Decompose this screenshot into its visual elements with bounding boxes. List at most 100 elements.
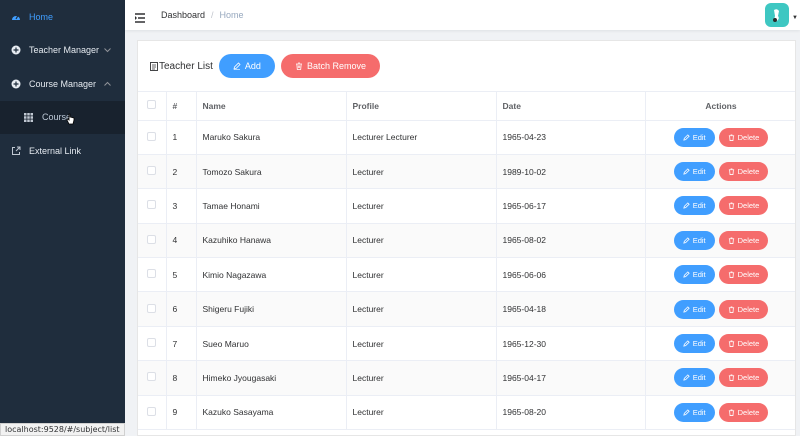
row-name: Himeko Jyougasaki xyxy=(196,360,347,396)
caret-down-icon[interactable]: ▼ xyxy=(792,15,798,21)
trash-icon xyxy=(728,374,734,382)
delete-button[interactable]: Delete xyxy=(718,334,769,354)
delete-button[interactable]: Delete xyxy=(718,196,769,216)
row-name: Sueo Maruo xyxy=(196,326,347,362)
table-row: 6 Shigeru Fujiki Lecturer 1965-04-18 Edit Del… xyxy=(138,291,795,327)
row-name: Kazuhiko Hanawa xyxy=(196,223,347,259)
row-checkbox[interactable] xyxy=(147,131,157,141)
delete-button-label: Delete xyxy=(737,339,760,349)
teacher-list-panel: Teacher List Add Batch Remove # Name Pro… xyxy=(137,40,796,436)
sidebar-item-home[interactable]: Home xyxy=(0,0,125,34)
row-profile: Lecturer Lecturer xyxy=(346,120,497,155)
delete-button[interactable]: Delete xyxy=(718,230,769,250)
row-index: 5 xyxy=(166,257,197,293)
edit-button-label: Edit xyxy=(692,407,706,417)
delete-button[interactable]: Delete xyxy=(718,127,769,147)
row-checkbox[interactable] xyxy=(147,372,157,382)
navbar: Dashboard / Home ▼ xyxy=(125,0,800,30)
delete-button[interactable]: Delete xyxy=(718,162,769,182)
sidebar-item-course[interactable]: Course xyxy=(0,100,125,134)
select-all-cell xyxy=(138,92,167,121)
edit-icon xyxy=(683,237,690,244)
dashboard-icon xyxy=(11,12,21,22)
row-name: Kimio Nagazawa xyxy=(196,257,347,293)
hamburger-icon[interactable] xyxy=(135,10,147,23)
edit-button[interactable]: Edit xyxy=(673,402,715,422)
row-select-cell xyxy=(138,291,167,327)
sidebar: Home Teacher Manager Course Manager Cour… xyxy=(0,0,125,436)
row-select-cell xyxy=(138,326,167,362)
row-checkbox[interactable] xyxy=(147,234,157,244)
edit-button[interactable]: Edit xyxy=(673,196,715,216)
row-checkbox[interactable] xyxy=(147,338,157,348)
edit-button[interactable]: Edit xyxy=(673,127,715,147)
column-header-index: # xyxy=(166,92,197,121)
trash-icon xyxy=(728,340,734,347)
sidebar-item-label: Course Manager xyxy=(29,78,97,89)
delete-button-label: Delete xyxy=(737,132,760,142)
grid-icon xyxy=(24,112,33,122)
row-checkbox[interactable] xyxy=(147,200,157,210)
sidebar-item-external-link[interactable]: External Link xyxy=(0,134,125,168)
column-header-name: Name xyxy=(196,92,347,121)
trash-icon xyxy=(728,409,734,416)
edit-button-label: Edit xyxy=(692,201,706,211)
row-checkbox[interactable] xyxy=(147,166,157,176)
trash-icon xyxy=(728,237,734,244)
row-checkbox[interactable] xyxy=(147,303,157,313)
row-profile: Lecturer xyxy=(346,188,497,224)
row-index: 2 xyxy=(166,154,197,190)
delete-button[interactable]: Delete xyxy=(718,265,769,285)
breadcrumb-dashboard[interactable]: Dashboard xyxy=(161,10,205,20)
edit-button[interactable]: Edit xyxy=(673,230,715,250)
sidebar-item-teacher-manager[interactable]: Teacher Manager xyxy=(0,34,125,68)
toolbar: Teacher List Add Batch Remove xyxy=(138,41,795,92)
row-profile: Lecturer xyxy=(346,154,497,190)
row-date: 1965-08-20 xyxy=(496,395,646,431)
column-header-actions: Actions xyxy=(645,92,795,121)
avatar[interactable] xyxy=(765,3,789,27)
edit-button[interactable]: Edit xyxy=(673,368,715,388)
row-date: 1965-08-02 xyxy=(496,223,646,259)
edit-button[interactable]: Edit xyxy=(673,162,715,182)
breadcrumb-separator: / xyxy=(211,10,214,20)
row-date: 1965-04-18 xyxy=(496,291,646,327)
row-date: 1965-06-06 xyxy=(496,257,646,293)
breadcrumb: Dashboard / Home xyxy=(161,10,244,20)
row-select-cell xyxy=(138,188,167,224)
delete-button[interactable]: Delete xyxy=(718,368,769,388)
table-row: 9 Kazuko Sasayama Lecturer 1965-08-20 Edit De… xyxy=(138,395,795,431)
edit-button-label: Edit xyxy=(692,132,706,142)
row-actions: Edit Delete xyxy=(645,257,795,293)
chevron-up-icon xyxy=(104,79,111,88)
edit-button-label: Edit xyxy=(692,373,706,383)
edit-button[interactable]: Edit xyxy=(673,334,715,354)
panel-title-text: Teacher List xyxy=(159,60,213,72)
row-profile: Lecturer xyxy=(346,257,497,293)
row-actions: Edit Delete xyxy=(645,188,795,224)
row-name: Tamae Honami xyxy=(196,188,347,224)
row-checkbox[interactable] xyxy=(147,269,157,279)
trash-icon xyxy=(295,62,302,70)
document-icon xyxy=(150,61,158,71)
sidebar-item-course-manager[interactable]: Course Manager xyxy=(0,67,125,101)
sidebar-item-label: External Link xyxy=(29,145,82,156)
trash-icon xyxy=(728,202,734,210)
row-checkbox[interactable] xyxy=(147,406,157,416)
edit-icon xyxy=(233,62,241,70)
chevron-down-icon xyxy=(104,46,111,55)
edit-button[interactable]: Edit xyxy=(673,265,715,285)
row-date: 1965-12-30 xyxy=(496,326,646,362)
sidebar-item-label: Teacher Manager xyxy=(29,45,100,56)
table-row: 5 Kimio Nagazawa Lecturer 1965-06-06 Edit Del… xyxy=(138,257,795,293)
add-button[interactable]: Add xyxy=(218,54,275,78)
delete-button[interactable]: Delete xyxy=(718,299,769,319)
delete-button-label: Delete xyxy=(737,167,760,177)
edit-icon xyxy=(683,305,690,313)
select-all-checkbox[interactable] xyxy=(147,100,157,110)
edit-button[interactable]: Edit xyxy=(673,299,715,319)
batch-remove-button[interactable]: Batch Remove xyxy=(280,54,380,78)
row-select-cell xyxy=(138,154,167,190)
delete-button[interactable]: Delete xyxy=(718,402,769,422)
delete-button-label: Delete xyxy=(737,235,760,245)
